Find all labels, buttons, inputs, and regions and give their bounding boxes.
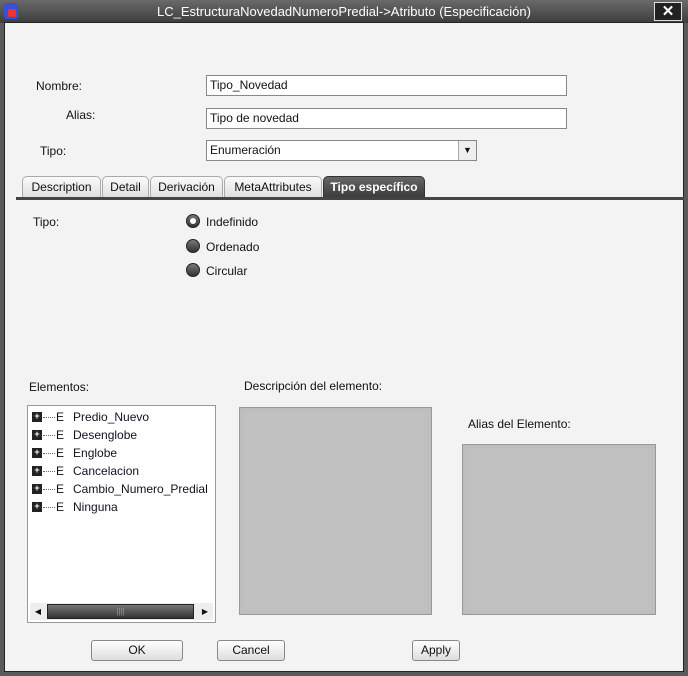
element-type: E bbox=[56, 500, 65, 514]
tipo-select-value: Enumeración bbox=[210, 143, 281, 157]
radio-ordenado[interactable] bbox=[186, 239, 200, 253]
ok-button[interactable]: OK bbox=[91, 640, 183, 661]
tab-divider bbox=[16, 197, 684, 200]
alias-input[interactable]: Tipo de novedad bbox=[206, 108, 567, 129]
element-label: Ninguna bbox=[73, 500, 118, 514]
tab-detail[interactable]: Detail bbox=[102, 176, 149, 197]
element-label: Cambio_Numero_Predial bbox=[73, 482, 208, 496]
tab-tipo-especifico[interactable]: Tipo específico bbox=[323, 176, 425, 197]
apply-button[interactable]: Apply bbox=[412, 640, 460, 661]
radio-indefinido-label[interactable]: Indefinido bbox=[206, 215, 258, 229]
cancel-button[interactable]: Cancel bbox=[217, 640, 285, 661]
tree-connector bbox=[43, 434, 55, 436]
elements-tree[interactable]: + E Predio_Nuevo + E Desenglobe + E Englobe + E Can… bbox=[27, 405, 216, 623]
element-type: E bbox=[56, 464, 65, 478]
element-label: Cancelacion bbox=[73, 464, 140, 478]
window-title: LC_EstructuraNovedadNumeroPredial->Atrib… bbox=[157, 4, 531, 19]
chevron-down-icon[interactable]: ▼ bbox=[458, 141, 476, 160]
tree-connector bbox=[43, 452, 55, 454]
tree-item[interactable]: + E Cambio_Numero_Predial bbox=[32, 480, 208, 498]
horizontal-scrollbar[interactable]: ◀ |||| ▶ bbox=[30, 603, 213, 620]
alias-elemento-textarea[interactable] bbox=[462, 444, 656, 615]
radio-ordenado-label[interactable]: Ordenado bbox=[206, 240, 259, 254]
expand-icon[interactable]: + bbox=[32, 466, 42, 476]
scrollbar-thumb[interactable]: |||| bbox=[47, 604, 194, 619]
tipo-especifico-label: Tipo: bbox=[33, 215, 60, 229]
title-bar: LC_EstructuraNovedadNumeroPredial->Atrib… bbox=[0, 0, 688, 23]
tab-metaattributes[interactable]: MetaAttributes bbox=[224, 176, 322, 197]
descripcion-elemento-textarea[interactable] bbox=[239, 407, 432, 615]
element-label: Desenglobe bbox=[73, 428, 138, 442]
tree-item[interactable]: + E Predio_Nuevo bbox=[32, 408, 149, 426]
alias-label: Alias: bbox=[66, 108, 96, 122]
alias-elemento-label: Alias del Elemento: bbox=[468, 417, 571, 431]
radio-circular-label[interactable]: Circular bbox=[206, 264, 247, 278]
tree-item[interactable]: + E Desenglobe bbox=[32, 426, 137, 444]
scroll-right-icon[interactable]: ▶ bbox=[197, 603, 213, 620]
radio-circular[interactable] bbox=[186, 263, 200, 277]
element-type: E bbox=[56, 446, 65, 460]
nombre-input[interactable]: Tipo_Novedad bbox=[206, 75, 567, 96]
tipo-select[interactable]: Enumeración ▼ bbox=[206, 140, 477, 161]
scroll-left-icon[interactable]: ◀ bbox=[30, 603, 46, 620]
tree-item[interactable]: + E Englobe bbox=[32, 444, 117, 462]
tree-item[interactable]: + E Ninguna bbox=[32, 498, 118, 516]
tree-item[interactable]: + E Cancelacion bbox=[32, 462, 139, 480]
expand-icon[interactable]: + bbox=[32, 484, 42, 494]
elementos-label: Elementos: bbox=[29, 380, 90, 394]
tab-description[interactable]: Description bbox=[22, 176, 101, 197]
expand-icon[interactable]: + bbox=[32, 430, 42, 440]
tree-connector bbox=[43, 488, 55, 490]
tab-derivacion[interactable]: Derivación bbox=[150, 176, 223, 197]
tree-connector bbox=[43, 470, 55, 472]
expand-icon[interactable]: + bbox=[32, 448, 42, 458]
nombre-label: Nombre: bbox=[36, 79, 83, 93]
element-label: Predio_Nuevo bbox=[73, 410, 150, 424]
tipo-label: Tipo: bbox=[40, 144, 67, 158]
element-type: E bbox=[56, 482, 65, 496]
descripcion-elemento-label: Descripción del elemento: bbox=[244, 379, 383, 393]
radio-indefinido[interactable] bbox=[186, 214, 200, 228]
tree-connector bbox=[43, 506, 55, 508]
expand-icon[interactable]: + bbox=[32, 412, 42, 422]
tree-connector bbox=[43, 416, 55, 418]
expand-icon[interactable]: + bbox=[32, 502, 42, 512]
element-label: Englobe bbox=[73, 446, 118, 460]
close-button[interactable]: ✕ bbox=[654, 2, 682, 21]
element-type: E bbox=[56, 410, 65, 424]
element-type: E bbox=[56, 428, 65, 442]
